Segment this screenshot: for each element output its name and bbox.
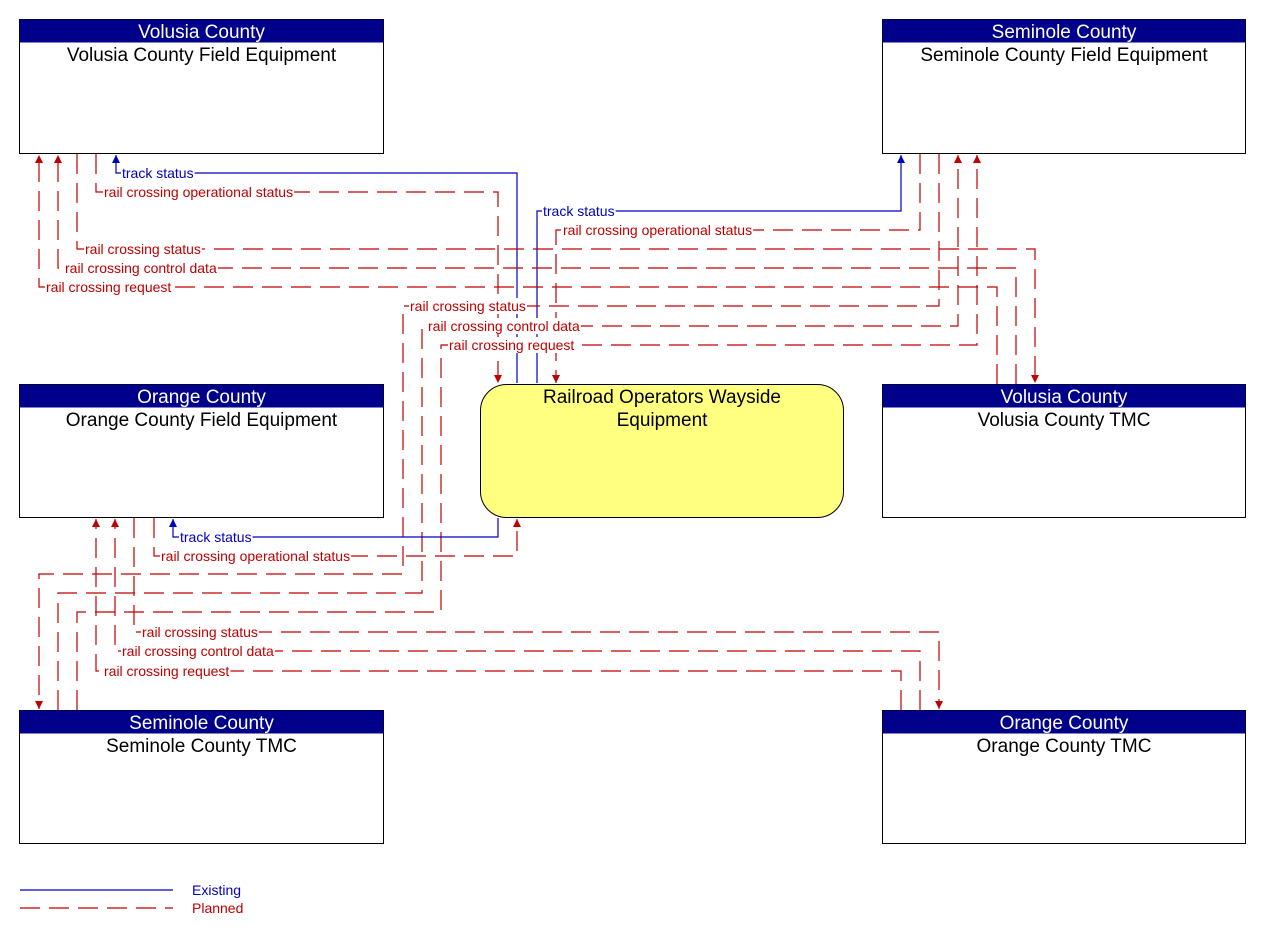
node-volusia-county-tmc[interactable]: Volusia County Volusia County TMC	[882, 384, 1246, 518]
node-orange-field-equipment[interactable]: Orange County Orange County Field Equipm…	[19, 384, 384, 518]
arrowhead-icon	[935, 701, 943, 709]
flow-label: rail crossing operational status	[104, 184, 293, 200]
node-group-label: Seminole County	[129, 713, 274, 734]
node-title: Orange County Field Equipment	[66, 410, 338, 431]
flow-label: track status	[122, 165, 194, 181]
flow-label: rail crossing control data	[122, 643, 274, 659]
arrowhead-icon	[552, 375, 560, 383]
node-title-line2: Equipment	[617, 410, 709, 431]
node-title: Seminole County TMC	[106, 736, 297, 757]
node-group-label: Seminole County	[992, 22, 1137, 43]
arrowhead-icon	[35, 701, 43, 709]
arrowhead-icon	[954, 155, 962, 163]
flow-label: rail crossing status	[85, 241, 201, 257]
node-orange-county-tmc[interactable]: Orange County Orange County TMC	[882, 710, 1246, 844]
arrowhead-icon	[35, 155, 43, 163]
legend: Existing Planned	[20, 882, 243, 916]
node-title: Volusia County TMC	[978, 410, 1151, 431]
flow-label: track status	[180, 529, 252, 545]
flow-label: rail crossing request	[449, 337, 574, 353]
flow-track-status[interactable]: track status	[536, 155, 905, 383]
arrowhead-icon	[92, 519, 100, 527]
node-seminole-field-equipment[interactable]: Seminole County Seminole County Field Eq…	[882, 19, 1246, 154]
flow-line	[536, 155, 902, 383]
arrowhead-icon	[513, 519, 521, 527]
node-group-label: Orange County	[137, 387, 266, 408]
arrowhead-icon	[897, 155, 905, 163]
flow-line	[133, 518, 940, 709]
node-group-label: Orange County	[1000, 713, 1129, 734]
arrowhead-icon	[111, 519, 119, 527]
arrowhead-icon	[169, 519, 177, 527]
flow-label: rail crossing control data	[428, 318, 580, 334]
node-group-label: Volusia County	[138, 22, 265, 43]
node-title: Orange County TMC	[977, 736, 1152, 757]
flow-label: rail crossing request	[104, 663, 229, 679]
arrowhead-icon	[54, 155, 62, 163]
node-title-line1: Railroad Operators Wayside	[543, 387, 781, 408]
legend-existing-label: Existing	[192, 882, 241, 898]
flow-label: rail crossing control data	[65, 260, 217, 276]
flow-label: rail crossing status	[410, 298, 526, 314]
flow-rail-crossing-status[interactable]: rail crossing status	[133, 518, 943, 709]
flow-label: rail crossing status	[142, 624, 258, 640]
arrowhead-icon	[973, 155, 981, 163]
flow-label: rail crossing operational status	[563, 222, 752, 238]
legend-planned-label: Planned	[192, 900, 243, 916]
flow-label: rail crossing request	[46, 279, 171, 295]
node-railroad-operators-wayside-equipment[interactable]: Railroad Operators Wayside Equipment	[480, 384, 844, 518]
arrowhead-icon	[494, 375, 502, 383]
node-title: Volusia County Field Equipment	[67, 45, 337, 66]
flow-label: rail crossing operational status	[161, 548, 350, 564]
node-group-label: Volusia County	[1001, 387, 1128, 408]
arrowhead-icon	[1031, 375, 1039, 383]
node-seminole-county-tmc[interactable]: Seminole County Seminole County TMC	[19, 710, 384, 844]
flow-track-status[interactable]: track status	[169, 518, 499, 545]
context-diagram: track status rail crossing operational st…	[19, 19, 1246, 916]
node-title: Seminole County Field Equipment	[920, 45, 1208, 66]
node-volusia-field-equipment[interactable]: Volusia County Volusia County Field Equi…	[19, 19, 384, 154]
flow-label: track status	[543, 203, 615, 219]
arrowhead-icon	[112, 155, 120, 163]
